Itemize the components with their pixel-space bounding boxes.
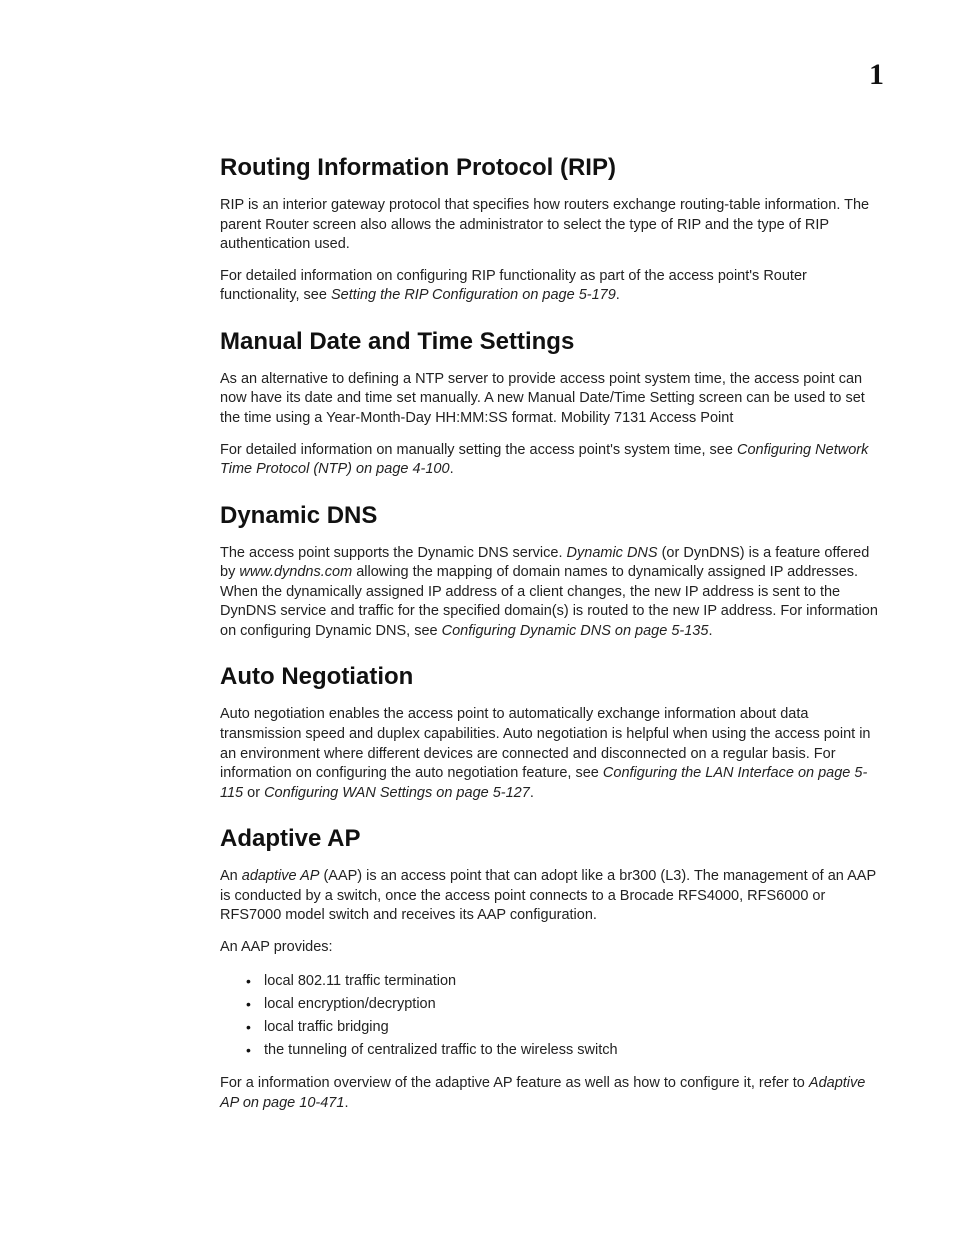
text: (AAP) is an access point that can adopt … bbox=[220, 868, 876, 923]
bullet-list: local 802.11 traffic terminationlocal en… bbox=[220, 970, 884, 1063]
chapter-number: 1 bbox=[869, 58, 884, 92]
text: An AAP provides: bbox=[220, 939, 333, 955]
paragraph: For detailed information on manually set… bbox=[220, 441, 884, 480]
paragraph: RIP is an interior gateway protocol that… bbox=[220, 196, 884, 255]
text: . bbox=[530, 785, 534, 801]
text: . bbox=[450, 461, 454, 477]
text: RIP is an interior gateway protocol that… bbox=[220, 197, 869, 252]
text: . bbox=[708, 623, 712, 639]
bullet-item: local encryption/decryption bbox=[246, 993, 884, 1016]
section-heading-ddns: Dynamic DNS bbox=[220, 502, 884, 530]
bullet-item: local 802.11 traffic termination bbox=[246, 970, 884, 993]
text: . bbox=[616, 287, 620, 303]
text: For detailed information on manually set… bbox=[220, 442, 737, 458]
text: . bbox=[344, 1095, 348, 1111]
paragraph: An AAP provides: bbox=[220, 938, 884, 958]
text-italic: Configuring Dynamic DNS on page 5-135 bbox=[442, 623, 709, 639]
text-italic: Dynamic DNS bbox=[567, 545, 658, 561]
section-heading-aap: Adaptive AP bbox=[220, 825, 884, 853]
section-heading-rip: Routing Information Protocol (RIP) bbox=[220, 154, 884, 182]
section-heading-datetime: Manual Date and Time Settings bbox=[220, 328, 884, 356]
text-italic: Configuring WAN Settings on page 5-127 bbox=[264, 785, 530, 801]
paragraph: An adaptive AP (AAP) is an access point … bbox=[220, 867, 884, 926]
section-heading-autoneg: Auto Negotiation bbox=[220, 663, 884, 691]
text: An bbox=[220, 868, 242, 884]
page-content: Routing Information Protocol (RIP) RIP is… bbox=[220, 60, 884, 1113]
text: As an alternative to defining a NTP serv… bbox=[220, 371, 865, 426]
paragraph: The access point supports the Dynamic DN… bbox=[220, 544, 884, 642]
text: For a information overview of the adapti… bbox=[220, 1075, 809, 1091]
paragraph: Auto negotiation enables the access poin… bbox=[220, 705, 884, 803]
paragraph: For detailed information on configuring … bbox=[220, 267, 884, 306]
bullet-item: the tunneling of centralized traffic to … bbox=[246, 1039, 884, 1062]
text: The access point supports the Dynamic DN… bbox=[220, 545, 567, 561]
text: or bbox=[243, 785, 264, 801]
document-page: 1 Routing Information Protocol (RIP) RIP … bbox=[0, 0, 954, 1235]
paragraph: As an alternative to defining a NTP serv… bbox=[220, 370, 884, 429]
text-italic: adaptive AP bbox=[242, 868, 320, 884]
text-italic: Setting the RIP Configuration on page 5-… bbox=[331, 287, 616, 303]
text-italic: www.dyndns.com bbox=[239, 564, 352, 580]
paragraph: For a information overview of the adapti… bbox=[220, 1074, 884, 1113]
bullet-item: local traffic bridging bbox=[246, 1016, 884, 1039]
